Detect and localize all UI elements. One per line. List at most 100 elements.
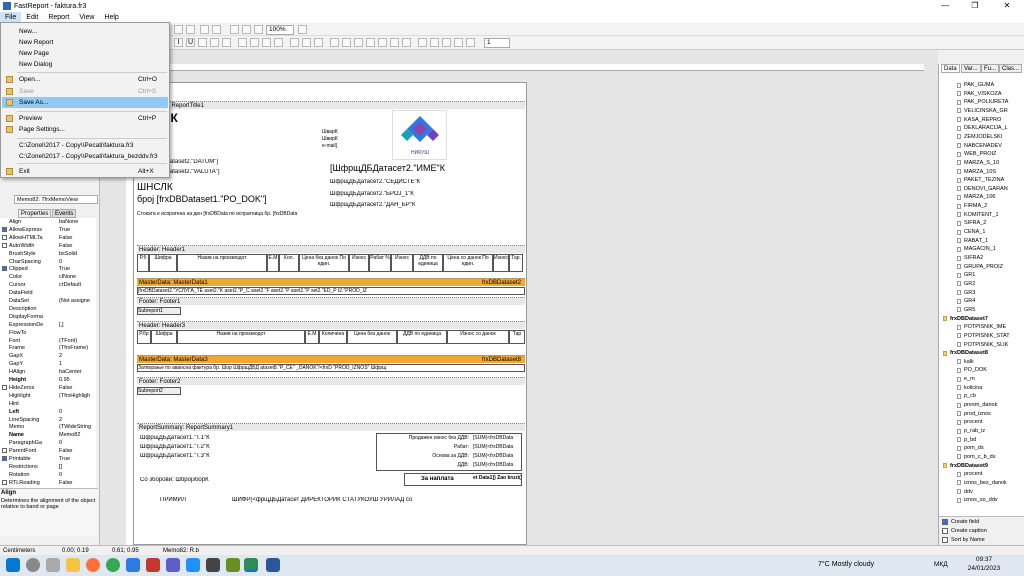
memo-stoka[interactable]: Стоката е испратена на ден [frxDBData по… xyxy=(137,211,297,217)
property-value[interactable]: clNone xyxy=(59,273,99,281)
tree-field[interactable]: GR1 xyxy=(957,272,975,278)
tree-field[interactable]: KOMITENT_1 xyxy=(957,212,999,218)
za-naplata-label[interactable]: За наплата xyxy=(421,476,454,482)
valign-bottom-icon[interactable] xyxy=(314,38,323,47)
tree-field[interactable]: pom_c_b_ds xyxy=(957,454,996,460)
summary-left-2[interactable]: ШфрщДБДатасет1."Т.2"К xyxy=(140,444,210,450)
task-view-icon[interactable] xyxy=(46,558,60,572)
tree-field[interactable]: PAKET_TEZINA xyxy=(957,177,1004,183)
minimize-button[interactable]: — xyxy=(930,0,960,12)
property-row[interactable]: Frame (TfrxFrame) xyxy=(2,344,98,352)
property-row[interactable]: AutoWidth False xyxy=(2,242,98,250)
tree-field[interactable]: ZEMJODELSKI xyxy=(957,134,1002,140)
tree-field[interactable]: MAGACIN_1 xyxy=(957,246,996,252)
frame-right-icon[interactable] xyxy=(366,38,375,47)
property-row[interactable]: ExpressionDe [,] xyxy=(2,321,98,329)
align-grid-icon[interactable] xyxy=(242,25,251,34)
summary-label-1[interactable]: Продажен износ без ДДВ: xyxy=(379,435,469,441)
rotation-icon[interactable] xyxy=(222,38,231,47)
undo-icon[interactable] xyxy=(174,25,183,34)
property-row[interactable]: Name Memo82 xyxy=(2,431,98,439)
tree-dataset[interactable]: frxDBDataset9 xyxy=(943,463,988,469)
property-value[interactable]: (TFont) xyxy=(59,337,99,345)
maximize-button[interactable]: ❐ xyxy=(960,0,990,12)
clock-date[interactable]: 24/01/2023 xyxy=(964,565,1004,572)
subreport1[interactable]: Subreport1 xyxy=(137,307,181,315)
masterdata1-row[interactable]: [frxDBDataset2."УСЛУГА_ТЕ aset2."K aset2… xyxy=(137,287,525,295)
grid-icon[interactable] xyxy=(230,25,239,34)
tab-functions[interactable]: Fu... xyxy=(981,64,1000,73)
tree-field[interactable]: POTPISNIK_STAT xyxy=(957,333,1010,339)
frame-left-icon[interactable] xyxy=(354,38,363,47)
fill-color-icon[interactable] xyxy=(418,38,427,47)
tree-field[interactable]: SIFRA2 xyxy=(957,255,983,261)
app-icon-4[interactable] xyxy=(206,558,220,572)
property-value[interactable]: 0 xyxy=(59,408,99,416)
band-header1[interactable]: Header: Header1 xyxy=(137,245,525,253)
memo-shcl[interactable]: ШНСЛК xyxy=(137,182,173,193)
property-row[interactable]: BrushStyle bsSolid xyxy=(2,250,98,258)
property-value[interactable]: [,] xyxy=(59,321,99,329)
checkbox-icon[interactable] xyxy=(2,266,7,272)
header-cell[interactable]: Количина xyxy=(319,330,347,344)
redo-icon[interactable] xyxy=(186,25,195,34)
property-value[interactable]: (TWideString xyxy=(59,423,99,431)
property-row[interactable]: Printable True xyxy=(2,455,98,463)
header-cell[interactable]: Износ со данок xyxy=(447,330,509,344)
property-value[interactable]: False xyxy=(59,234,99,242)
property-value[interactable]: crDefault xyxy=(59,281,99,289)
italic-icon[interactable]: I xyxy=(174,38,183,47)
header-cell[interactable]: ДДВ по единица xyxy=(397,330,447,344)
band-summary[interactable]: ReportSummary: ReportSummary1 xyxy=(137,423,525,431)
property-row[interactable]: FlowTo xyxy=(2,329,98,337)
memo-broj1[interactable]: ШфрщДБДатасет2."БРОЈ_1"К xyxy=(330,191,414,197)
file-menu-item[interactable]: Exit Alt+X xyxy=(2,166,168,177)
property-row[interactable]: DisplayForma xyxy=(2,313,98,321)
frame-bottom-icon[interactable] xyxy=(342,38,351,47)
tab-properties[interactable]: Properties xyxy=(18,209,52,218)
file-menu-item[interactable]: Preview Ctrl+P xyxy=(2,113,168,124)
header-cell[interactable]: Шифра xyxy=(149,254,177,272)
tree-field[interactable]: RABAT_1 xyxy=(957,238,988,244)
tree-field[interactable]: p_cb xyxy=(957,393,976,399)
band-report-title[interactable]: ReportTitle: ReportTitle1 xyxy=(137,101,525,109)
property-value[interactable]: haCenter xyxy=(59,368,99,376)
app-icon-1[interactable] xyxy=(126,558,140,572)
header-cell[interactable]: Р.б xyxy=(137,254,149,272)
property-value[interactable]: True xyxy=(59,265,99,273)
tree-field[interactable]: POTPISNIK_IME xyxy=(957,324,1006,330)
property-value[interactable]: Memo82 xyxy=(59,431,99,439)
property-value[interactable]: False xyxy=(59,242,99,250)
shadow-icon[interactable] xyxy=(402,38,411,47)
property-row[interactable]: AllowHTMLTa False xyxy=(2,234,98,242)
property-row[interactable]: Color clNone xyxy=(2,273,98,281)
tab-variables[interactable]: Var... xyxy=(961,64,981,73)
tree-field[interactable]: procent xyxy=(957,419,982,425)
weather-text[interactable]: 7°C Mostly cloudy xyxy=(818,561,874,568)
checkbox-icon[interactable] xyxy=(2,234,7,240)
property-row[interactable]: Rotation 0 xyxy=(2,471,98,479)
align-center-icon[interactable] xyxy=(250,38,259,47)
file-menu-item[interactable]: Page Settings... xyxy=(2,124,168,135)
property-row[interactable]: Restrictions [] xyxy=(2,463,98,471)
app-icon-3[interactable] xyxy=(186,558,200,572)
header-cell[interactable]: Износ xyxy=(349,254,369,272)
band-footer2[interactable]: Footer: Footer2 xyxy=(137,377,525,385)
tree-field[interactable]: DEKLARACIJA_L xyxy=(957,125,1008,131)
tree-field[interactable]: presm_danok xyxy=(957,402,997,408)
memo-sediste[interactable]: ШфрщДБДатасет2."СЕДИСТЕ"К xyxy=(330,179,420,185)
tree-field[interactable]: GR5 xyxy=(957,307,975,313)
checkbox-icon[interactable] xyxy=(2,448,7,454)
tree-field[interactable]: VELICINSKA_GR xyxy=(957,108,1008,114)
property-value[interactable]: baNone xyxy=(59,218,99,226)
property-row[interactable]: GapX 2 xyxy=(2,352,98,360)
tree-field[interactable]: PAK_GUMA xyxy=(957,82,994,88)
header-cell[interactable]: Износ xyxy=(391,254,413,272)
frame-style-icon[interactable] xyxy=(442,38,451,47)
tree-field[interactable]: ddv xyxy=(957,489,973,495)
tree-field[interactable]: procent xyxy=(957,471,982,477)
header-cell[interactable]: Е.М xyxy=(305,330,319,344)
app-icon-2[interactable] xyxy=(146,558,160,572)
align-justify-icon[interactable] xyxy=(274,38,283,47)
align-right-icon[interactable] xyxy=(262,38,271,47)
